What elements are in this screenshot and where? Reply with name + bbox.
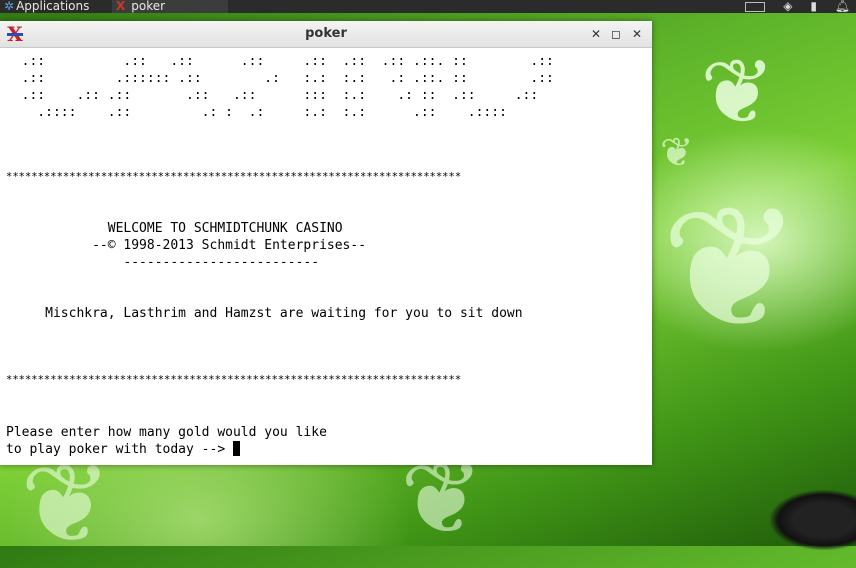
butterfly-decoration-icon: ❦ bbox=[700, 40, 776, 145]
prompt-line: Please enter how many gold would you lik… bbox=[6, 425, 327, 440]
taskbar-item-poker[interactable]: Xpoker bbox=[112, 0, 228, 13]
window-titlebar[interactable]: X poker ✕ ◻ ✕ bbox=[0, 21, 652, 48]
text-cursor[interactable] bbox=[232, 441, 240, 456]
taskbar-item-label: poker bbox=[131, 0, 166, 13]
separator-line: ****************************************… bbox=[6, 374, 462, 386]
poker-app-icon: X bbox=[116, 0, 126, 13]
welcome-line: WELCOME TO SCHMIDTCHUNK CASINO bbox=[6, 221, 343, 236]
notification-bell-icon[interactable]: 🔔︎ bbox=[835, 0, 850, 13]
workspace-switcher-icon[interactable] bbox=[745, 1, 766, 12]
separator-line: ****************************************… bbox=[6, 171, 462, 183]
ascii-art-line: .:: .:::::: .:: .: :.: :.: .: .::. :: .:… bbox=[6, 71, 554, 86]
maximize-button[interactable]: ◻ bbox=[608, 26, 624, 42]
copyright-line: --© 1998-2013 Schmidt Enterprises-- bbox=[6, 238, 367, 253]
waiting-message: Mischkra, Lasthrim and Hamzst are waitin… bbox=[6, 306, 523, 321]
applications-menu[interactable]: ✲ Applications bbox=[4, 0, 89, 13]
butterfly-decoration-icon: ❦ bbox=[660, 130, 694, 176]
title-underline: ------------------------- bbox=[6, 255, 320, 270]
network-icon[interactable]: ◈ bbox=[783, 0, 792, 13]
minimize-button[interactable]: ✕ bbox=[588, 26, 604, 42]
dark-butterfly-icon bbox=[770, 490, 856, 550]
system-tray: ◈ ▮ 🔔︎ bbox=[745, 0, 850, 13]
applications-menu-icon: ✲ bbox=[4, 0, 15, 13]
window-title: poker bbox=[305, 26, 347, 41]
ascii-art-line: .:: .:: .:: .:: .:: ::: :.: .: :: .:: .:… bbox=[6, 88, 539, 103]
prompt-text: to play poker with today --> bbox=[6, 442, 233, 457]
butterfly-decoration-icon: ❦ bbox=[660, 170, 803, 368]
battery-icon[interactable]: ▮ bbox=[810, 0, 817, 13]
terminal-window[interactable]: X poker ✕ ◻ ✕ .:: .:: .:: .:: .:: .:: .:… bbox=[0, 21, 652, 465]
prompt-input-line[interactable]: to play poker with today --> bbox=[6, 441, 240, 458]
ascii-art-line: .:::: .:: .: : .: :.: :.: .:: .:::: bbox=[6, 105, 507, 120]
terminal-output[interactable]: .:: .:: .:: .:: .:: .:: .:: .::. :: .:: … bbox=[0, 48, 652, 465]
ascii-art-line: .:: .:: .:: .:: .:: .:: .:: .::. :: .:: bbox=[6, 54, 554, 69]
applications-label: Applications bbox=[16, 0, 90, 13]
top-panel: ✲ Applications Xpoker ◈ ▮ 🔔︎ bbox=[0, 0, 856, 13]
close-button[interactable]: ✕ bbox=[629, 26, 645, 42]
